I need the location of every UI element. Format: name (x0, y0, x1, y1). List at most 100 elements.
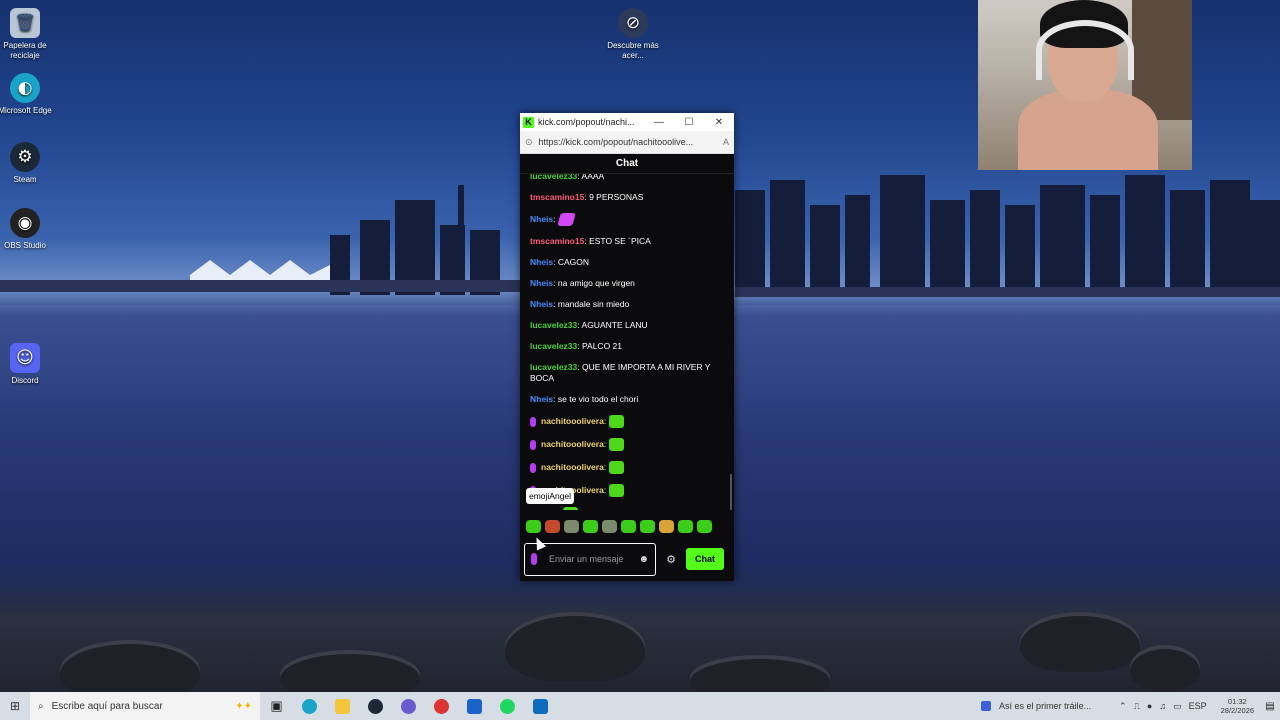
chat-text: : (603, 461, 607, 472)
clock-time: 01:32 (1227, 697, 1247, 706)
address-bar[interactable]: ⊙ https://kick.com/popout/nachitooolive.… (520, 131, 734, 154)
window-titlebar[interactable]: K kick.com/popout/nachi... — ☐ ✕ (520, 113, 734, 131)
chat-message: Nheis: na amigo que virgen (530, 273, 726, 294)
network-icon[interactable]: ▭ (1173, 701, 1182, 712)
mic-badge-icon (530, 439, 536, 450)
desktop-icon-edge[interactable]: ◐ Microsoft Edge (0, 73, 55, 116)
chat-emote[interactable] (556, 213, 576, 226)
chat-text: : mandale sin miedo (553, 299, 630, 309)
chat-username[interactable]: nachitooolivera (541, 462, 604, 472)
chat-settings-icon[interactable]: ⚙ (656, 553, 686, 566)
chat-header: Chat (520, 154, 734, 174)
desktop-icon-obs[interactable]: ◉ OBS Studio (0, 208, 55, 251)
quick-emote[interactable] (564, 520, 579, 533)
desktop-icon-label: OBS Studio (4, 241, 46, 250)
windows-start-icon[interactable]: ⊞ (0, 699, 30, 713)
edge-taskbar-icon[interactable] (293, 692, 326, 720)
volume-icon[interactable]: ♫ (1159, 701, 1166, 711)
quick-emote[interactable] (659, 520, 674, 533)
quick-emote[interactable] (526, 520, 541, 533)
app-taskbar-icon[interactable] (425, 692, 458, 720)
chat-username[interactable]: tmscamino15 (530, 192, 584, 202)
emoji-picker-icon[interactable]: ☻ (638, 554, 649, 565)
message-list: lucavelez33: AAAA tmscamino15: 9 PERSONAS… (530, 174, 726, 510)
maximize-button[interactable]: ☐ (674, 117, 704, 128)
chat-emote[interactable] (609, 461, 625, 474)
chat-message: lucavelez33: AGUANTE LANU (530, 315, 726, 336)
steam-taskbar-icon[interactable] (359, 692, 392, 720)
quick-emote[interactable] (697, 520, 712, 533)
language-indicator[interactable]: ESP (1189, 701, 1207, 711)
scrollbar-thumb[interactable] (730, 474, 732, 510)
chat-username[interactable]: olivera (530, 508, 557, 510)
show-hidden-icons-icon[interactable]: ⌃ (1119, 701, 1127, 712)
notifications-icon[interactable]: ▤ (1260, 701, 1280, 712)
chat-message: lucavelez33: QUE ME IMPORTA A MI RIVER Y… (530, 357, 726, 389)
chat-emote[interactable] (609, 438, 625, 451)
quick-emote[interactable] (583, 520, 598, 533)
chat-username[interactable]: nachitooolivera (541, 439, 604, 449)
obs-taskbar-icon[interactable] (392, 692, 425, 720)
chat-message: Nheis: CAGON (530, 252, 726, 273)
chat-username[interactable]: Nheis (530, 299, 553, 309)
chat-username[interactable]: tmscamino15 (530, 236, 584, 246)
chat-username[interactable]: lucavelez33 (530, 174, 577, 181)
discover-icon: ⊘ (618, 8, 648, 38)
chat-emote[interactable] (562, 507, 578, 510)
chat-username[interactable]: Nheis (530, 278, 553, 288)
chat-username[interactable]: lucavelez33 (530, 341, 577, 351)
taskbar: ⊞ ⌕ Escribe aquí para buscar ✦✦ ▣ Así es… (0, 692, 1280, 720)
taskbar-search[interactable]: ⌕ Escribe aquí para buscar ✦✦ (30, 692, 260, 720)
clock-date: 28/2/2026 (1220, 706, 1254, 715)
chat-emote[interactable] (609, 415, 625, 428)
chat-message: nachitooolivera: (530, 433, 726, 456)
chat-messages[interactable]: lucavelez33: AAAA tmscamino15: 9 PERSONAS… (520, 174, 734, 510)
chat-username[interactable]: nachitooolivera (541, 416, 604, 426)
chat-username[interactable]: lucavelez33 (530, 320, 577, 330)
rock (1020, 612, 1140, 672)
desktop-icon-discover[interactable]: ⊘ Descubre más acer... (603, 8, 663, 61)
store-taskbar-icon[interactable] (458, 692, 491, 720)
quick-emote[interactable] (621, 520, 636, 533)
chat-username[interactable]: Nheis (530, 394, 553, 404)
quick-emote[interactable] (640, 520, 655, 533)
close-button[interactable]: ✕ (704, 117, 734, 128)
chat-username[interactable]: lucavelez33 (530, 362, 577, 372)
chat-message: Nheis: se te vio todo el chori (530, 389, 726, 410)
outlook-taskbar-icon[interactable] (524, 692, 557, 720)
desktop-icon-discord[interactable]: ☺ Discord (0, 343, 55, 386)
media-play-icon (981, 701, 992, 711)
system-tray: ⌃ ⎍ ● ♫ ▭ ESP (1111, 701, 1215, 712)
reader-mode-icon[interactable]: A (723, 137, 729, 147)
chat-input[interactable]: Enviar un mensaje ☻ (524, 542, 656, 576)
task-view-icon[interactable]: ▣ (260, 692, 293, 720)
quick-emote[interactable] (678, 520, 693, 533)
usb-icon[interactable]: ⎍ (1134, 701, 1140, 712)
chat-emote[interactable] (609, 484, 625, 497)
desktop-icon-label: Papelera de reciclaje (3, 41, 47, 60)
send-chat-button[interactable]: Chat (686, 548, 724, 570)
spotify-taskbar-icon[interactable] (491, 692, 524, 720)
chat-text: : (603, 415, 607, 426)
chat-text: : AGUANTE LANU (577, 320, 648, 330)
quick-emote[interactable] (545, 520, 560, 533)
minimize-button[interactable]: — (644, 117, 674, 128)
file-explorer-icon[interactable] (326, 692, 359, 720)
chat-text: : AAAA (577, 174, 605, 181)
chat-message: nachitooolivera: (530, 410, 726, 433)
webcam-overlay (978, 0, 1192, 170)
discord-icon: ☺ (10, 343, 40, 373)
chat-username[interactable]: Nheis (530, 257, 553, 267)
recycle-bin-icon: 🗑 (10, 8, 40, 38)
chat-text: : CAGON (553, 257, 590, 267)
chat-username[interactable]: Nheis (530, 214, 553, 224)
desktop-icon-steam[interactable]: ⚙ Steam (0, 142, 55, 185)
desktop-icon-recycle-bin[interactable]: 🗑 Papelera de reciclaje (0, 8, 55, 61)
media-widget[interactable]: Así es el primer tráile... (981, 701, 1111, 711)
microphone-icon[interactable]: ● (1147, 701, 1152, 711)
streamer-torso (1018, 90, 1158, 170)
clock[interactable]: 01:32 28/2/2026 (1215, 697, 1260, 715)
site-info-icon[interactable]: ⊙ (525, 137, 533, 148)
quick-emote[interactable] (602, 520, 617, 533)
chat-message: lucavelez33: AAAA (530, 174, 726, 187)
